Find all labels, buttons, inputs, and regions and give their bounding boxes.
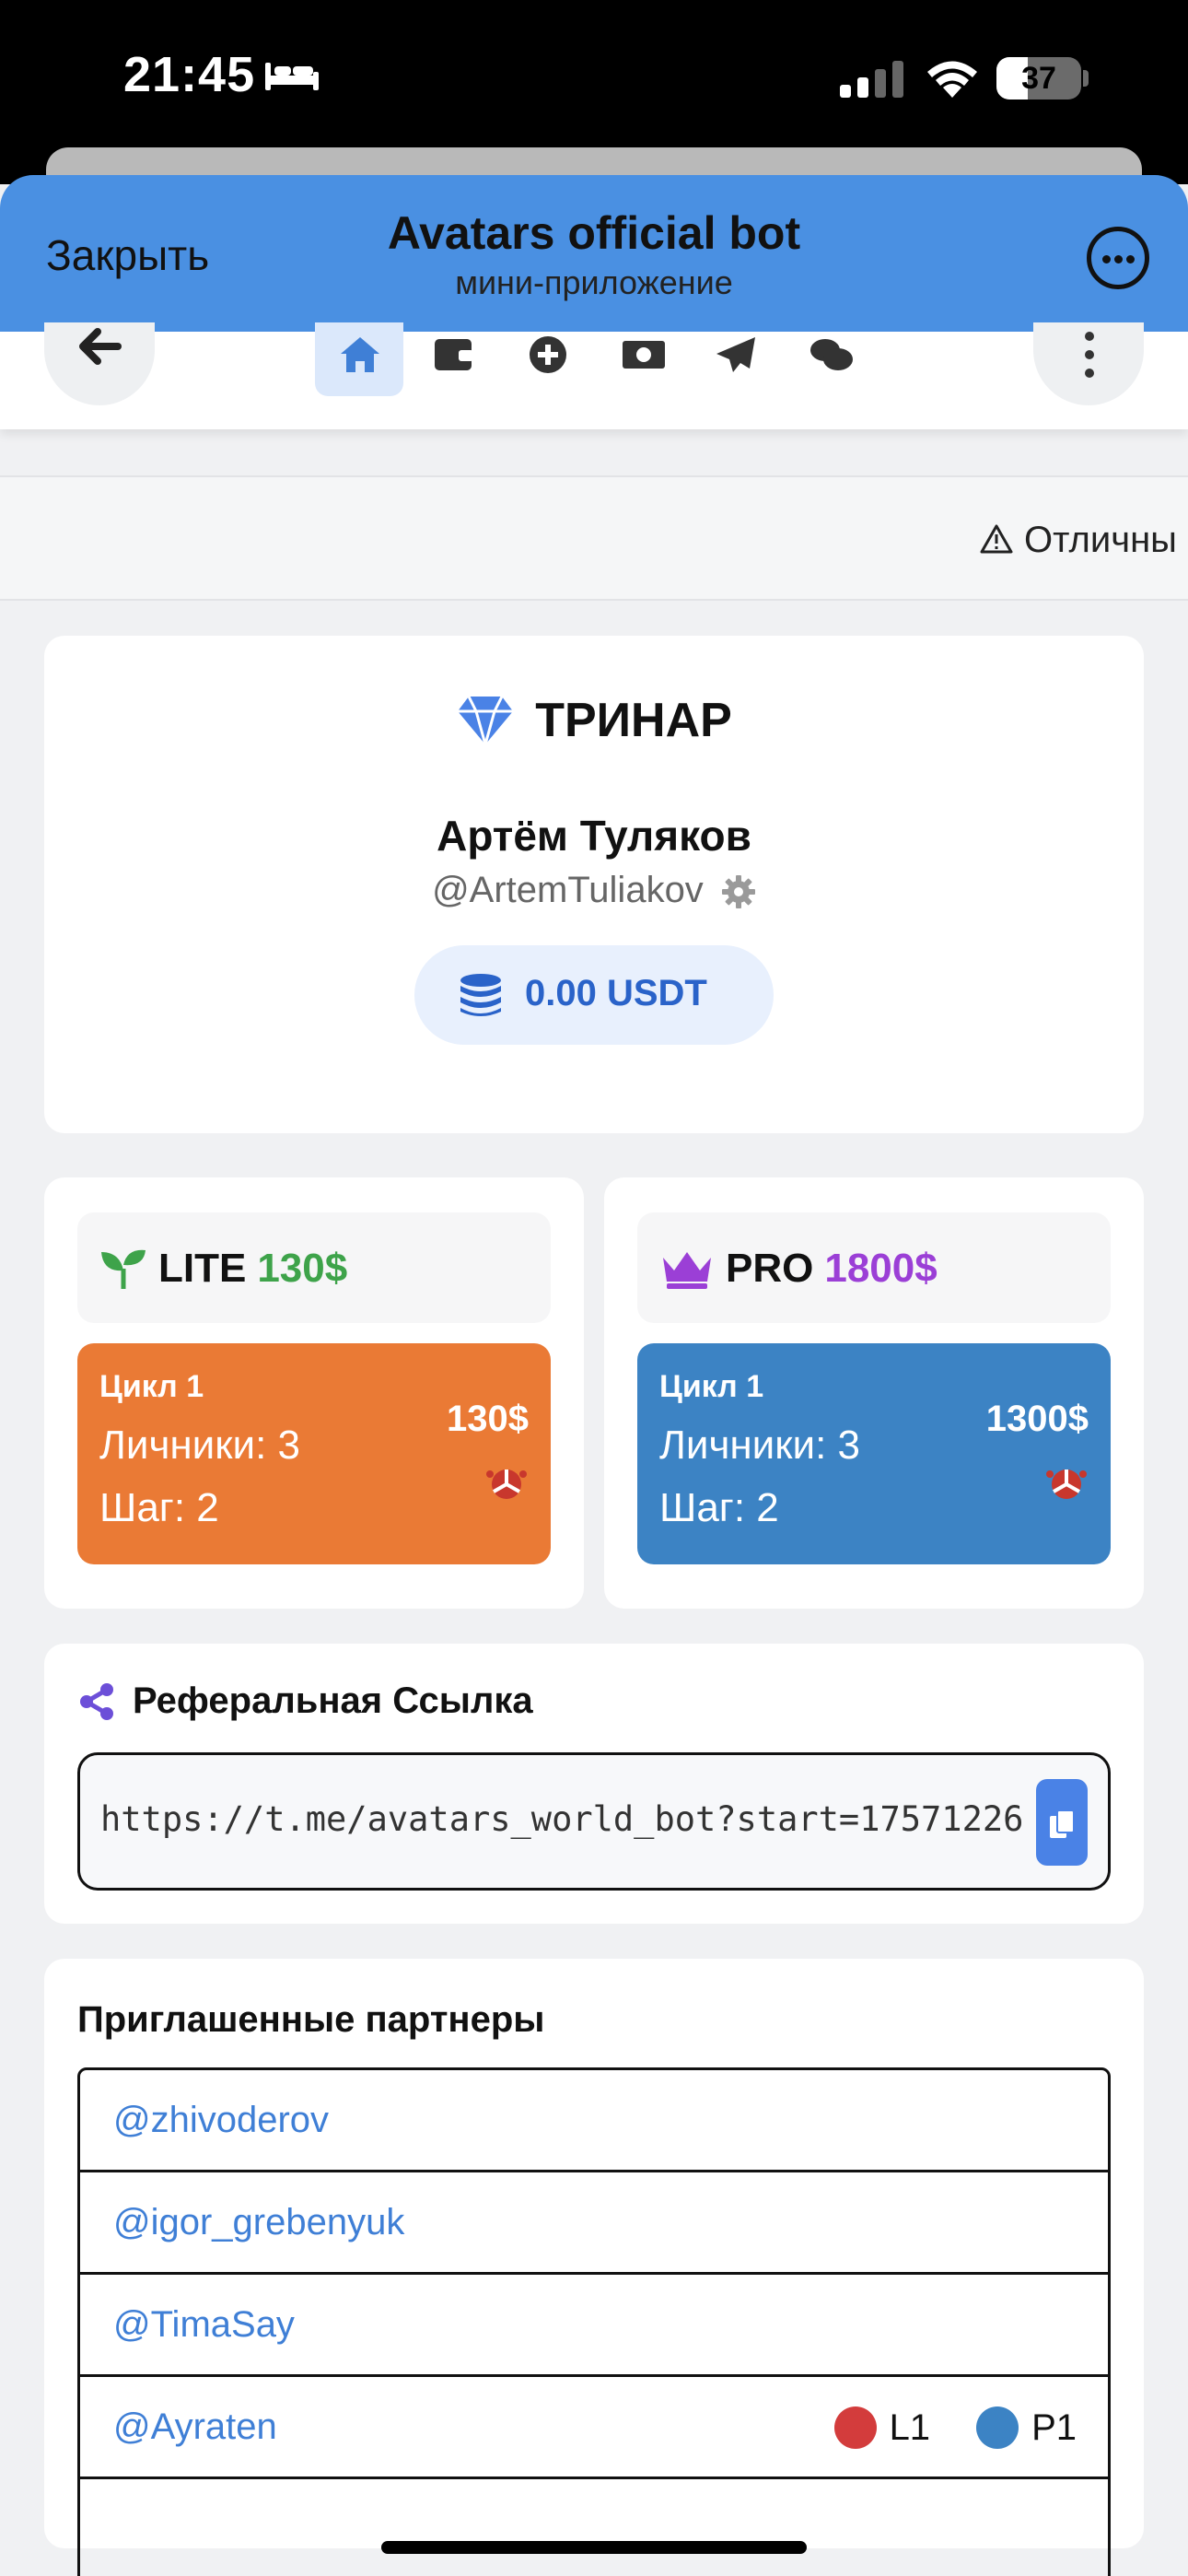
partners-title: Приглашенные партнеры	[77, 1999, 545, 2040]
battery-percent: 37	[1021, 61, 1056, 96]
nav-chat[interactable]	[785, 322, 873, 396]
gear-icon[interactable]	[721, 874, 756, 909]
profile-card: ТРИНАР Артём Туляков @ArtemTuliakov 0.00…	[44, 636, 1144, 1133]
status-time: 21:45	[123, 47, 256, 102]
wallet-icon	[435, 339, 473, 370]
tag-pro: P1	[976, 2406, 1077, 2449]
seedling-icon	[101, 1249, 146, 1289]
bot-title: Avatars official bot	[387, 207, 801, 259]
sleep-focus-icon	[265, 63, 319, 90]
home-icon	[341, 337, 379, 372]
plan-cycle-box-lite[interactable]: Цикл 1 Личники: 3 Шаг: 2 130$	[77, 1343, 551, 1564]
referral-card: Реферальная Ссылка	[44, 1644, 1144, 1924]
partner-row[interactable]: @igor_grebenyuk	[80, 2172, 1108, 2275]
send-icon	[716, 337, 755, 372]
partner-handle[interactable]: @Ayraten	[113, 2406, 277, 2448]
user-name: Артём Туляков	[437, 812, 751, 860]
warning-icon	[980, 524, 1013, 554]
red-dot-icon	[833, 2406, 877, 2449]
copy-button[interactable]	[1036, 1779, 1088, 1866]
copy-icon	[1050, 1809, 1075, 1838]
plan-cycle-box-pro[interactable]: Цикл 1 Личники: 3 Шаг: 2 1300$	[637, 1343, 1111, 1564]
crown-icon	[663, 1252, 711, 1289]
tag-lite: L1	[833, 2406, 931, 2449]
battery-indicator: 37	[996, 57, 1081, 100]
user-handle: @ArtemTuliakov	[432, 870, 704, 910]
brand-header: ТРИНАР	[44, 693, 1144, 758]
app-nav-bar	[0, 322, 1188, 429]
blue-dot-icon	[976, 2406, 1019, 2449]
wifi-icon	[927, 61, 977, 98]
plan-name-pro: PRO	[726, 1246, 814, 1291]
step-count: Шаг: 2	[99, 1485, 219, 1530]
cycle-amount: 130$	[447, 1399, 529, 1439]
cycle-amount: 1300$	[985, 1399, 1089, 1439]
nav-wallet[interactable]	[409, 322, 497, 396]
cycle-label: Цикл 1	[99, 1369, 204, 1404]
plan-card-lite[interactable]: LITE 130$ Цикл 1 Личники: 3 Шаг: 2 130$	[44, 1177, 584, 1609]
plan-header-lite: LITE 130$	[77, 1212, 551, 1323]
arrow-left-icon	[79, 328, 122, 365]
diamond-icon	[458, 696, 514, 746]
partner-row[interactable]: @zhivoderov	[80, 2070, 1108, 2172]
referral-link-input[interactable]	[100, 1799, 1021, 1839]
share-icon	[80, 1683, 113, 1720]
cycle-label: Цикл 1	[659, 1369, 764, 1404]
referral-link-box	[77, 1752, 1111, 1891]
balance-pill[interactable]: 0.00 USDT	[414, 945, 774, 1045]
partner-handle[interactable]: @zhivoderov	[113, 2100, 329, 2141]
step-count: Шаг: 2	[659, 1485, 779, 1530]
plus-circle-icon	[530, 336, 566, 373]
personal-count: Личники: 3	[99, 1423, 301, 1468]
plan-header-pro: PRO 1800$	[637, 1212, 1111, 1323]
personal-count: Личники: 3	[659, 1423, 861, 1468]
plan-price-pro: 1800$	[824, 1246, 938, 1291]
more-options-button[interactable]	[1087, 227, 1149, 289]
user-handle-row: @ArtemTuliakov	[44, 870, 1144, 911]
emblem-icon	[486, 1469, 527, 1499]
partner-row[interactable]	[80, 2479, 1108, 2576]
nav-more-button[interactable]	[1033, 322, 1144, 405]
partners-card: Приглашенные партнеры @zhivoderov @igor_…	[44, 1959, 1144, 2576]
home-indicator	[381, 2541, 807, 2554]
money-icon	[623, 341, 665, 369]
battery-cap	[1083, 70, 1089, 87]
partner-tags: L1 P1	[803, 2406, 1077, 2449]
nav-money[interactable]	[597, 322, 685, 396]
nav-send[interactable]	[691, 322, 779, 396]
partner-handle[interactable]: @TimaSay	[113, 2304, 295, 2346]
referral-title: Реферальная Ссылка	[133, 1680, 533, 1721]
brand-name: ТРИНАР	[535, 694, 732, 747]
telegram-miniapp-header: Закрыть Avatars official bot мини-прилож…	[0, 175, 1188, 332]
notice-text: Отличны	[1024, 520, 1177, 560]
coins-icon	[460, 974, 501, 1016]
tag-label: P1	[1031, 2406, 1077, 2448]
emblem-icon	[1046, 1469, 1087, 1499]
chat-icon	[810, 339, 853, 370]
back-button[interactable]	[44, 322, 155, 405]
bot-subtitle: мини-приложение	[455, 263, 733, 301]
partner-handle[interactable]: @igor_grebenyuk	[113, 2202, 404, 2243]
tag-label: L1	[889, 2406, 931, 2448]
plan-price-lite: 130$	[257, 1246, 348, 1291]
partner-row[interactable]: @TimaSay	[80, 2275, 1108, 2377]
balance-amount: 0.00 USDT	[525, 973, 707, 1013]
nav-add[interactable]	[503, 322, 591, 396]
nav-home[interactable]	[315, 322, 403, 396]
partners-list: @zhivoderov @igor_grebenyuk @TimaSay @Ay…	[77, 2067, 1111, 2576]
partner-row[interactable]: @Ayraten L1 P1	[80, 2377, 1108, 2479]
cellular-signal-icon	[840, 61, 903, 98]
plan-card-pro[interactable]: PRO 1800$ Цикл 1 Личники: 3 Шаг: 2 1300$	[604, 1177, 1144, 1609]
notice-ticker: Отличны	[0, 475, 1188, 601]
plan-name-lite: LITE	[158, 1246, 247, 1291]
